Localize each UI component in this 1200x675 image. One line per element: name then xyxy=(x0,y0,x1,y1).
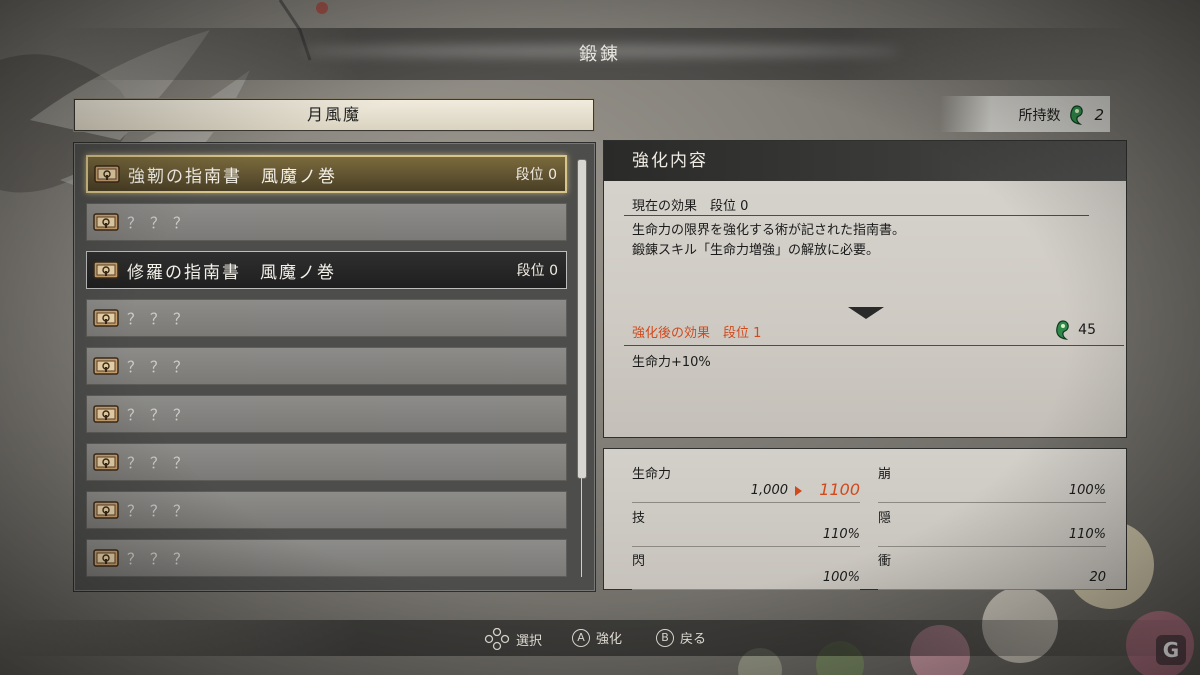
stat-name: 衝 xyxy=(878,554,892,569)
stat-name: 隠 xyxy=(878,511,892,526)
scroll-book-icon xyxy=(93,307,119,329)
control-back-label: 戻る xyxy=(680,632,707,647)
control-back[interactable]: B 戻る xyxy=(656,628,706,647)
spirit-magatama-icon xyxy=(1056,320,1069,340)
list-item-name: 修羅の指南書 風魔ノ巻 xyxy=(127,262,336,283)
stat-value: 110% xyxy=(1068,527,1106,542)
category-header: 月風魔 xyxy=(73,98,595,132)
site-watermark-logo: G xyxy=(1156,635,1186,665)
list-item-rank: 段位 0 xyxy=(515,167,557,183)
description: 生命力の限界を強化する術が記された指南書。 鍛錬スキル「生命力増強」の解放に必要… xyxy=(632,221,1112,261)
stat-new-value: 1100 xyxy=(819,480,860,499)
stat-name: 技 xyxy=(632,511,646,526)
stat-value: 20 xyxy=(1089,570,1106,585)
page-title: 鍛錬 xyxy=(579,44,621,65)
current-effect-label: 現在の効果 段位 0 xyxy=(632,199,749,214)
list-item-name: 強靭の指南書 風魔ノ巻 xyxy=(128,166,337,187)
increase-arrow-icon xyxy=(795,486,802,496)
description-line: 鍛錬スキル「生命力増強」の解放に必要。 xyxy=(632,243,880,258)
holdings-label: 所持数 xyxy=(1018,108,1061,124)
list-item[interactable]: 修羅の指南書 風魔ノ巻 段位 0 xyxy=(86,251,567,289)
list-item[interactable]: ？？？ xyxy=(86,395,567,433)
scroll-book-icon xyxy=(93,451,119,473)
stat-value: 100% xyxy=(1068,483,1106,498)
upgrade-detail-panel: 強化内容 現在の効果 段位 0 生命力の限界を強化する術が記された指南書。 鍛錬… xyxy=(603,140,1127,438)
scroll-book-icon xyxy=(93,403,119,425)
dpad-icon xyxy=(484,628,510,650)
detail-heading: 強化内容 xyxy=(604,141,1126,181)
scrollbar-track[interactable] xyxy=(581,477,582,577)
stat-vitality: 生命力 1,000 1100 xyxy=(632,455,860,503)
list-item[interactable]: ？？？ xyxy=(86,299,567,337)
scroll-book-icon xyxy=(93,355,119,377)
after-effect-value: 生命力+10% xyxy=(632,355,711,370)
holdings-counter: 所持数 2 xyxy=(1018,102,1104,128)
stat-name: 閃 xyxy=(632,554,646,569)
list-item-name: ？？？ xyxy=(127,549,197,568)
stat-value: 100% xyxy=(822,570,860,585)
scroll-book-icon xyxy=(93,259,119,281)
list-item[interactable]: ？？？ xyxy=(86,539,567,577)
scroll-book-icon xyxy=(94,163,120,185)
technique-list-panel: 強靭の指南書 風魔ノ巻 段位 0？？？ 修羅の指南書 風魔ノ巻 段位 0？？？？？？？… xyxy=(73,142,596,592)
upgrade-cost: 45 xyxy=(1054,319,1096,341)
stat-name: 崩 xyxy=(878,467,892,482)
stat-stealth: 隠 110% xyxy=(878,499,1106,547)
stat-impact: 衝 20 xyxy=(878,542,1106,590)
list-item[interactable]: ？？？ xyxy=(86,347,567,385)
control-confirm[interactable]: A 強化 xyxy=(572,628,622,647)
spirit-magatama-icon xyxy=(1070,105,1084,125)
list-item[interactable]: ？？？ xyxy=(86,203,567,241)
list-item[interactable]: 強靭の指南書 風魔ノ巻 段位 0 xyxy=(86,155,567,193)
stat-current-value: 1,000 xyxy=(750,483,788,498)
after-effect-label: 強化後の効果 段位 1 xyxy=(632,326,762,341)
list-item-name: ？？？ xyxy=(127,501,197,520)
divider xyxy=(624,215,1089,216)
control-confirm-label: 強化 xyxy=(596,632,623,647)
list-item-rank: 段位 0 xyxy=(516,263,558,279)
stat-break: 崩 100% xyxy=(878,455,1106,503)
scrollbar-thumb[interactable] xyxy=(577,159,587,479)
stat-flash: 閃 100% xyxy=(632,542,860,590)
description-line: 生命力の限界を強化する術が記された指南書。 xyxy=(632,223,906,238)
scroll-book-icon xyxy=(93,211,119,233)
control-select[interactable]: 選択 xyxy=(484,628,542,650)
scroll-book-icon xyxy=(93,547,119,569)
stat-name: 生命力 xyxy=(632,467,672,482)
arrow-down-icon xyxy=(848,307,884,319)
divider xyxy=(624,345,1124,346)
scroll-book-icon xyxy=(93,499,119,521)
list-item-name: ？？？ xyxy=(127,453,197,472)
list-item[interactable]: ？？？ xyxy=(86,443,567,481)
cost-value: 45 xyxy=(1078,322,1096,338)
control-select-label: 選択 xyxy=(516,633,543,649)
list-item-name: ？？？ xyxy=(127,309,197,328)
list-item-name: ？？？ xyxy=(127,405,197,424)
holdings-count: 2 xyxy=(1094,106,1104,124)
list-item[interactable]: ？？？ xyxy=(86,491,567,529)
stat-value: 110% xyxy=(822,527,860,542)
b-button-icon: B xyxy=(656,628,674,647)
stats-panel: 生命力 1,000 1100 崩 100% 技 110% 隠 110% 閃 10… xyxy=(603,448,1127,590)
stat-skill: 技 110% xyxy=(632,499,860,547)
a-button-icon: A xyxy=(572,628,590,647)
list-item-name: ？？？ xyxy=(127,213,197,232)
list-item-name: ？？？ xyxy=(127,357,197,376)
